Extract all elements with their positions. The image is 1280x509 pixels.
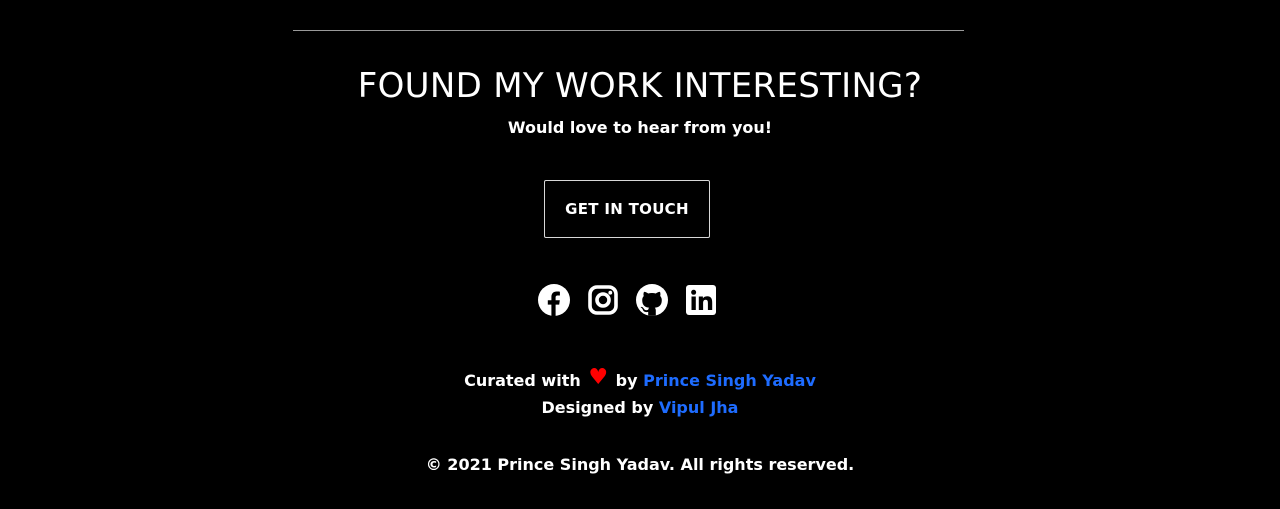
linkedin-icon [686,285,716,315]
footer-divider [293,30,964,31]
curator-link[interactable]: Prince Singh Yadav [643,371,816,390]
contact-subheading: Would love to hear from you! [507,118,773,137]
heart-icon: ♥ [588,365,609,390]
facebook-icon [538,284,570,316]
designer-link[interactable]: Vipul Jha [659,398,739,417]
facebook-link[interactable] [538,284,570,316]
curated-line: Curated with ♥ by Prince Singh Yadav [0,367,1280,394]
designed-line: Designed by Vipul Jha [0,394,1280,421]
social-links [538,284,717,316]
github-link[interactable] [636,284,668,316]
credits: Curated with ♥ by Prince Singh Yadav Des… [0,367,1280,421]
instagram-icon [588,285,618,315]
get-in-touch-button[interactable]: GET IN TOUCH [544,180,710,238]
curated-by-text: by [615,371,638,390]
github-icon [636,284,668,316]
contact-heading: FOUND MY WORK INTERESTING? [357,66,923,106]
curated-prefix: Curated with [464,371,581,390]
linkedin-link[interactable] [685,284,717,316]
instagram-link[interactable] [587,284,619,316]
copyright-text: © 2021 Prince Singh Yadav. All rights re… [425,455,855,474]
designed-prefix: Designed by [541,398,654,417]
